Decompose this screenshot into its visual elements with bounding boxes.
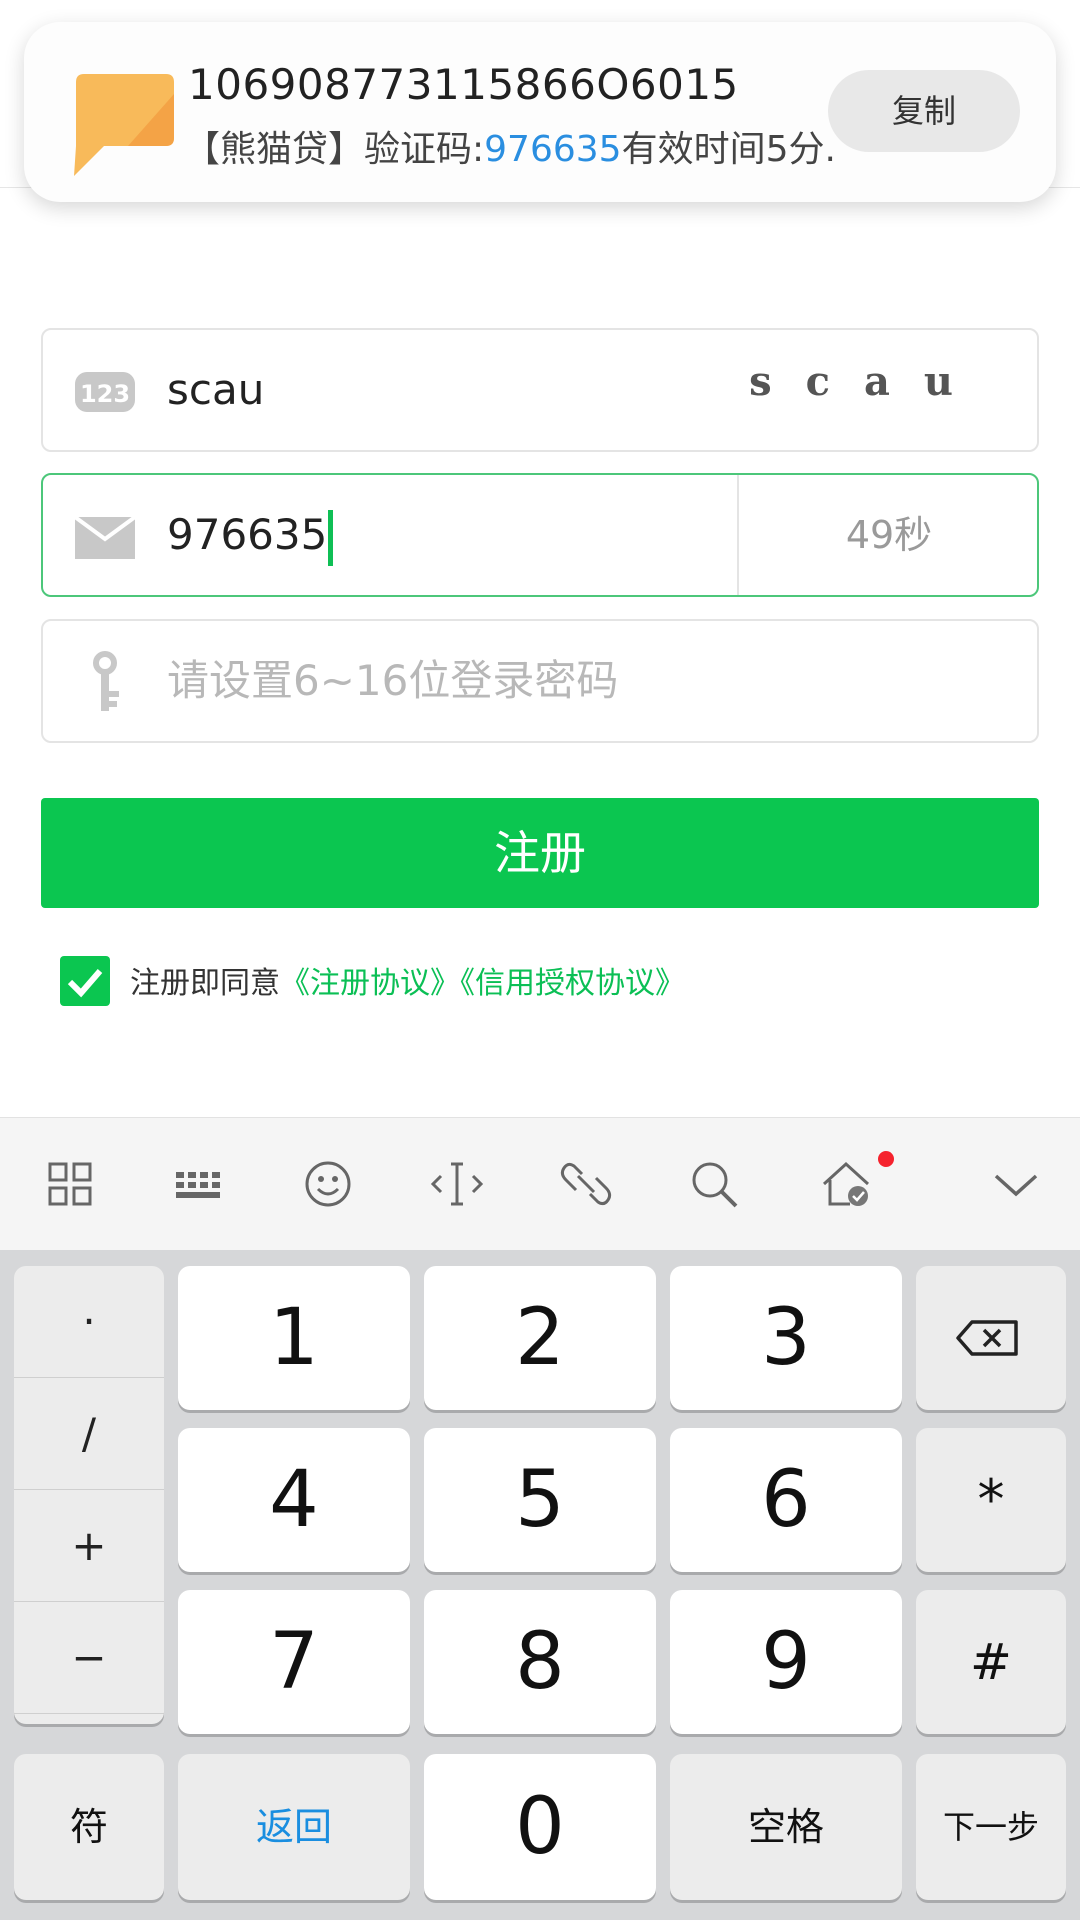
- notification-badge: [878, 1151, 894, 1167]
- key-plus[interactable]: +: [14, 1490, 164, 1602]
- next-key[interactable]: 下一步: [916, 1754, 1066, 1900]
- notification-sender: 106908773115866O6015: [188, 60, 739, 109]
- link-icon[interactable]: [556, 1154, 616, 1214]
- key-1[interactable]: 1: [178, 1266, 410, 1410]
- password-input[interactable]: 请设置6~16位登录密码: [167, 621, 618, 741]
- notification-code: 976635: [484, 129, 622, 170]
- symbols-key[interactable]: 符: [14, 1754, 164, 1900]
- key-minus[interactable]: −: [14, 1602, 164, 1714]
- key-9[interactable]: 9: [670, 1590, 902, 1734]
- notification-body-prefix: 【熊猫贷】验证码:: [184, 129, 485, 170]
- register-button[interactable]: 注册: [41, 798, 1039, 908]
- numeric-123-icon: 123: [75, 372, 135, 412]
- register-agreement-link[interactable]: 《注册协议》: [280, 966, 460, 1001]
- copy-button[interactable]: 复制: [828, 70, 1020, 152]
- home-check-icon[interactable]: [816, 1154, 876, 1214]
- keyboard-toolbar: [0, 1117, 1080, 1250]
- back-key[interactable]: 返回: [178, 1754, 410, 1900]
- checkmark-icon: [67, 969, 103, 998]
- agreement-checkbox[interactable]: [60, 956, 110, 1006]
- svg-text:123: 123: [80, 380, 130, 408]
- captcha-field[interactable]: 123 scau scau: [41, 328, 1039, 452]
- emoji-icon[interactable]: [298, 1154, 358, 1214]
- text-cursor: [328, 509, 334, 566]
- sms-code-value: 976635: [167, 510, 328, 559]
- notification-body: 【熊猫贷】验证码:976635有效时间5分..: [184, 120, 834, 172]
- space-key[interactable]: 空格: [670, 1754, 902, 1900]
- envelope-icon: [73, 515, 137, 559]
- key-5[interactable]: 5: [424, 1428, 656, 1572]
- key-4[interactable]: 4: [178, 1428, 410, 1572]
- sms-code-input[interactable]: 976635: [167, 475, 334, 595]
- key-3[interactable]: 3: [670, 1266, 902, 1410]
- sms-bubble-icon: [74, 74, 174, 176]
- backspace-key[interactable]: [916, 1266, 1066, 1410]
- captcha-input[interactable]: scau: [167, 330, 264, 450]
- resend-timer[interactable]: 49秒: [739, 475, 1039, 595]
- key-icon: [93, 651, 119, 711]
- key-0[interactable]: 0: [424, 1754, 656, 1900]
- sms-code-field[interactable]: 976635 49秒: [41, 473, 1039, 597]
- key-dot[interactable]: ·: [14, 1266, 164, 1378]
- backspace-icon: [956, 1320, 1018, 1356]
- credit-agreement-link[interactable]: 《信用授权协议》: [460, 966, 685, 1001]
- key-6[interactable]: 6: [670, 1428, 902, 1572]
- chevron-down-icon[interactable]: [986, 1154, 1046, 1214]
- key-star[interactable]: *: [916, 1428, 1066, 1572]
- agreement-text: 注册即同意《注册协议》《信用授权协议》: [130, 958, 685, 1002]
- symbol-column: · / + −: [14, 1266, 164, 1724]
- search-icon[interactable]: [684, 1154, 744, 1214]
- grid-icon[interactable]: [40, 1154, 100, 1214]
- cursor-icon[interactable]: [427, 1154, 487, 1214]
- key-7[interactable]: 7: [178, 1590, 410, 1734]
- key-slash[interactable]: /: [14, 1378, 164, 1490]
- sms-notification[interactable]: 106908773115866O6015 【熊猫贷】验证码:976635有效时间…: [24, 22, 1056, 202]
- captcha-image[interactable]: scau: [749, 358, 987, 405]
- agreement-prefix: 注册即同意: [130, 966, 280, 1001]
- numeric-keyboard: · / + − 1 2 3 4 5 6 * 7 8 9 # 符 返回 0 空格 …: [0, 1250, 1080, 1920]
- password-field[interactable]: 请设置6~16位登录密码: [41, 619, 1039, 743]
- keyboard-icon[interactable]: [168, 1154, 228, 1214]
- notification-body-suffix: 有效时间5分..: [621, 129, 834, 170]
- key-8[interactable]: 8: [424, 1590, 656, 1734]
- key-2[interactable]: 2: [424, 1266, 656, 1410]
- key-hash[interactable]: #: [916, 1590, 1066, 1734]
